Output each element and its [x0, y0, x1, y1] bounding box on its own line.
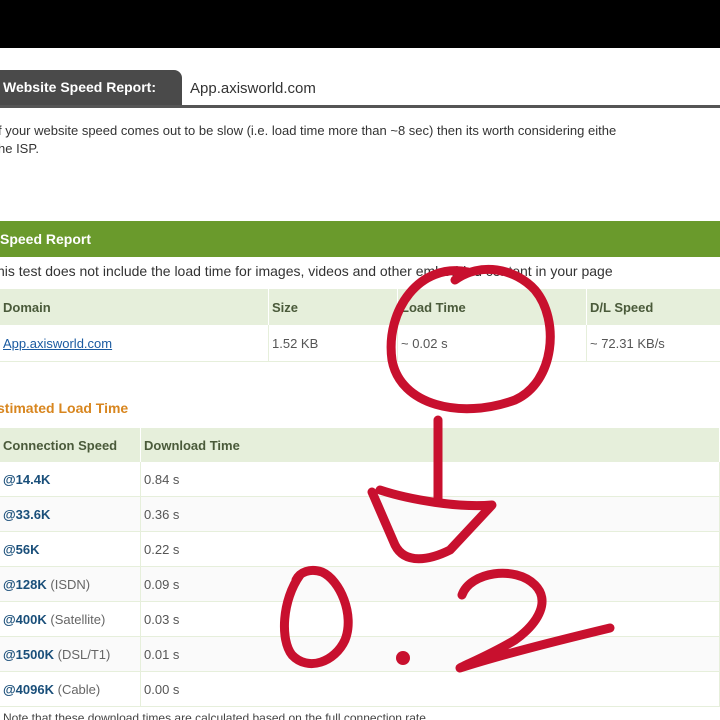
- col-connection-speed: Connection Speed: [0, 428, 141, 462]
- download-time-cell: 0.03 s: [140, 601, 720, 637]
- connection-speed-cell: @128K (ISDN): [0, 566, 141, 602]
- col-dl-speed: D/L Speed: [586, 289, 720, 325]
- connection-speed-cell: @400K (Satellite): [0, 601, 141, 637]
- connection-speed-value: @1500K: [3, 646, 54, 662]
- download-time-cell: 0.22 s: [140, 531, 720, 567]
- table-row: @4096K (Cable) 0.00 s: [0, 671, 720, 707]
- col-download-time: Download Time: [140, 428, 720, 462]
- col-size: Size: [268, 289, 398, 325]
- connection-type-label: (Satellite): [50, 611, 106, 627]
- report-header: Website Speed Report: App.axisworld.com: [0, 70, 720, 108]
- speed-report-title: Speed Report: [0, 221, 720, 257]
- domain-link[interactable]: App.axisworld.com: [3, 336, 112, 351]
- connection-type-label: (Cable): [57, 681, 101, 697]
- connection-speed-value: @33.6K: [3, 506, 51, 522]
- download-time-cell: 0.09 s: [140, 566, 720, 602]
- table-row: @400K (Satellite) 0.03 s: [0, 601, 720, 637]
- connection-speed-cell: @56K: [0, 531, 141, 567]
- connection-speed-cell: @4096K (Cable): [0, 671, 141, 707]
- size-cell: 1.52 KB: [268, 325, 398, 362]
- connection-speed-cell: @33.6K: [0, 496, 141, 532]
- report-page: Website Speed Report: App.axisworld.com …: [0, 48, 720, 720]
- download-time-cell: 0.36 s: [140, 496, 720, 532]
- estimated-load-time-title: stimated Load Time: [0, 400, 129, 416]
- table-row: @128K (ISDN) 0.09 s: [0, 566, 720, 602]
- table-row: @14.4K 0.84 s: [0, 462, 720, 497]
- connection-speed-value: @128K: [3, 576, 47, 592]
- screenshot: Website Speed Report: App.axisworld.com …: [0, 0, 720, 720]
- connection-speed-cell: @14.4K: [0, 462, 141, 497]
- top-black-bar: [0, 0, 720, 48]
- table-row: App.axisworld.com 1.52 KB ~ 0.02 s ~ 72.…: [0, 325, 720, 362]
- table-row: @33.6K 0.36 s: [0, 496, 720, 532]
- table-row: @56K 0.22 s: [0, 531, 720, 567]
- intro-line-2: he ISP.: [0, 141, 39, 156]
- dl-speed-cell: ~ 72.31 KB/s: [586, 325, 720, 362]
- speed-table: Domain Size Load Time D/L Speed App.axis…: [0, 289, 720, 362]
- table-row: @1500K (DSL/T1) 0.01 s: [0, 636, 720, 672]
- intro-line-1: f your website speed comes out to be slo…: [0, 123, 617, 138]
- load-time-cell: ~ 0.02 s: [397, 325, 587, 362]
- estimated-table-body: @14.4K 0.84 s @33.6K 0.36 s @56K 0.22 s @128K …: [0, 462, 720, 707]
- estimated-table: Connection Speed Download Time @14.4K 0.8…: [0, 428, 720, 707]
- connection-speed-value: @4096K: [3, 681, 54, 697]
- col-domain: Domain: [0, 289, 269, 325]
- download-time-cell: 0.84 s: [140, 462, 720, 497]
- connection-type-label: (ISDN): [50, 576, 91, 592]
- speed-report-note: his test does not include the load time …: [0, 263, 613, 279]
- connection-type-label: (DSL/T1): [57, 646, 111, 662]
- download-time-cell: 0.00 s: [140, 671, 720, 707]
- intro-text: f your website speed comes out to be slo…: [0, 122, 720, 158]
- speed-table-header: Domain Size Load Time D/L Speed: [0, 289, 720, 325]
- report-url: App.axisworld.com: [190, 80, 316, 97]
- report-tab-label: Website Speed Report:: [0, 70, 182, 105]
- connection-speed-value: @56K: [3, 541, 40, 557]
- col-load-time: Load Time: [397, 289, 587, 325]
- connection-speed-value: @14.4K: [3, 471, 51, 487]
- download-time-cell: 0.01 s: [140, 636, 720, 672]
- domain-cell: App.axisworld.com: [0, 325, 269, 362]
- estimated-table-header: Connection Speed Download Time: [0, 428, 720, 462]
- connection-speed-cell: @1500K (DSL/T1): [0, 636, 141, 672]
- connection-speed-value: @400K: [3, 611, 47, 627]
- footer-note: Note that these download times are calcu…: [3, 711, 430, 720]
